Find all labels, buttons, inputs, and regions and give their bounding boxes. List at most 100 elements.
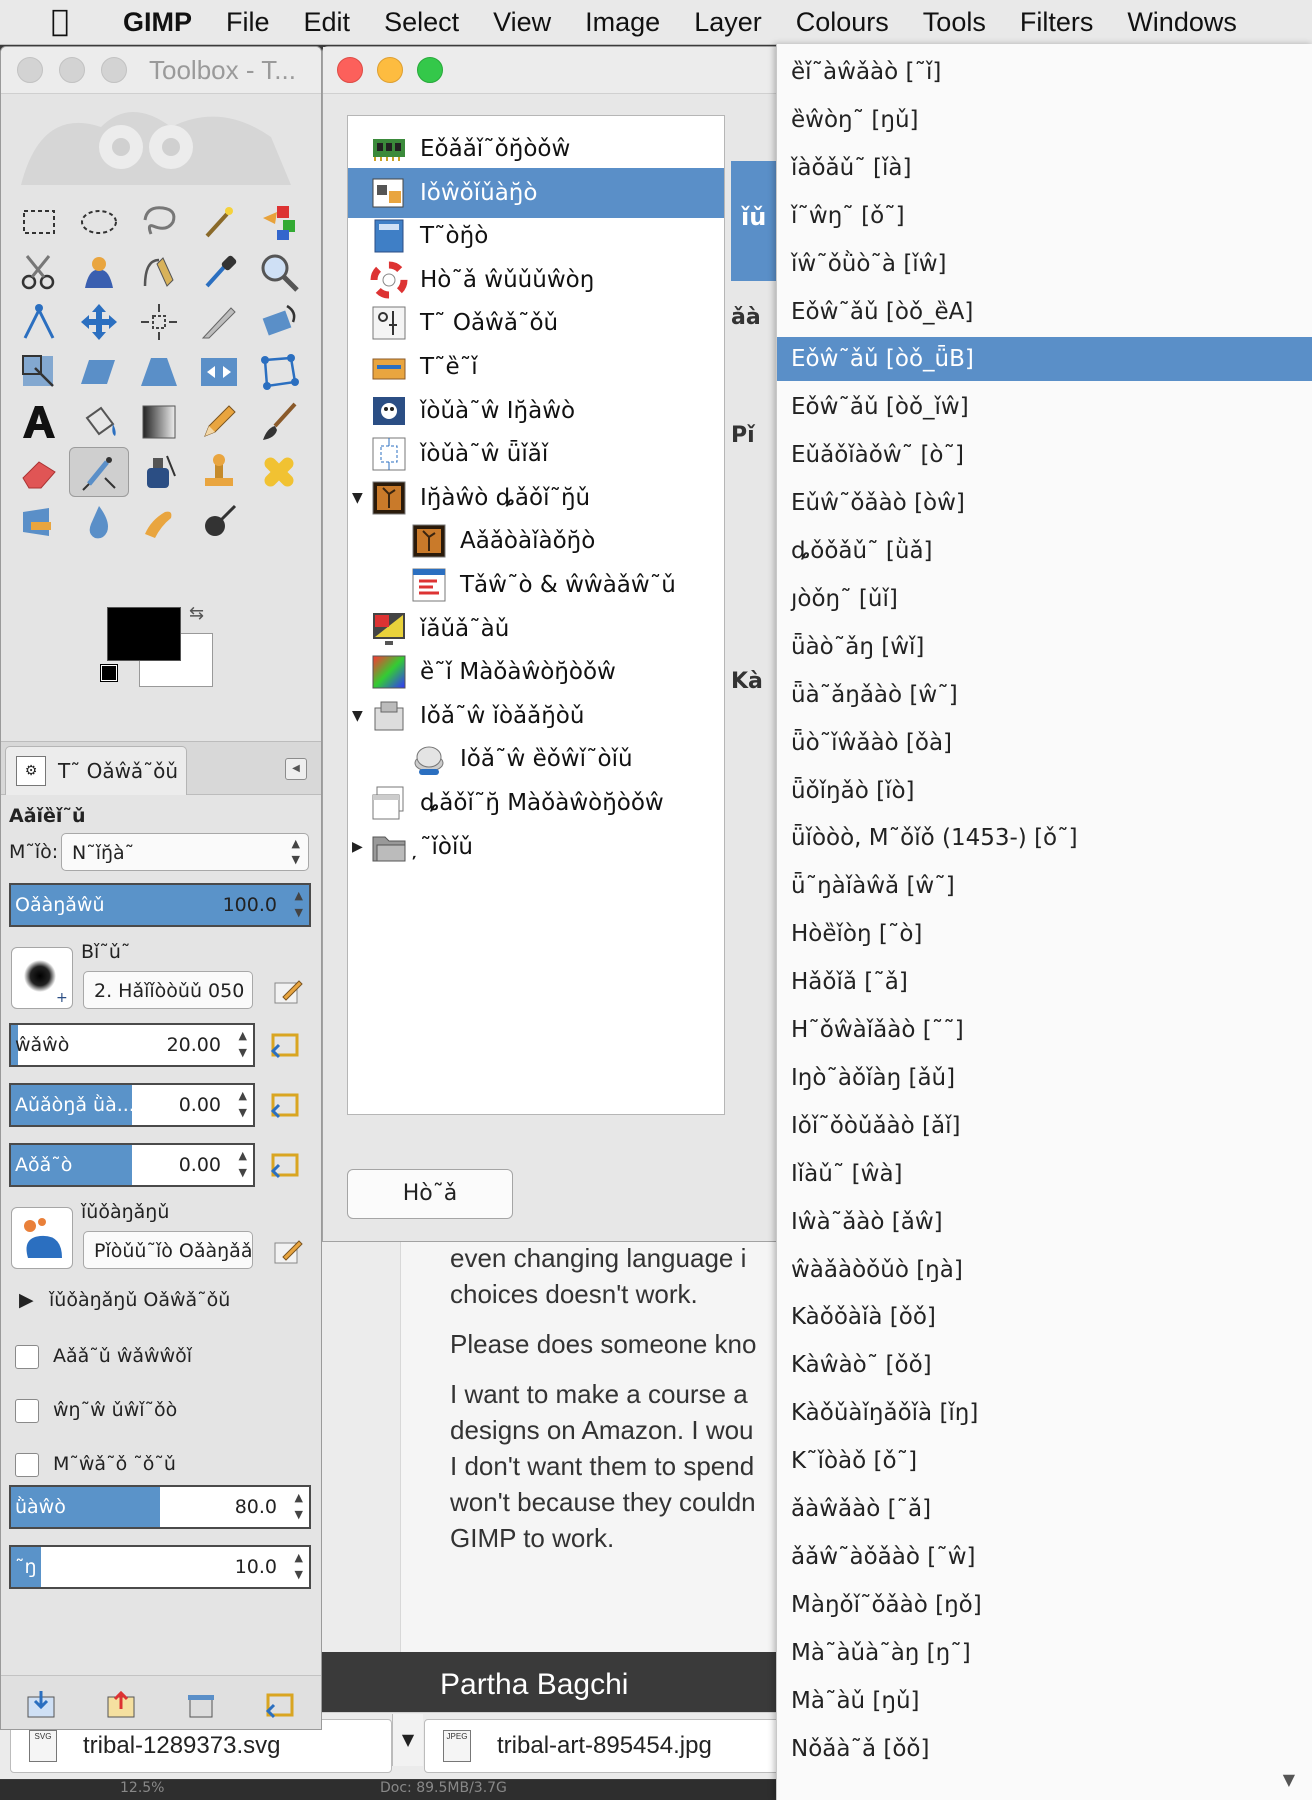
zoom-button[interactable] bbox=[101, 57, 127, 83]
scissors-select-tool[interactable] bbox=[9, 247, 69, 297]
paths-tool[interactable] bbox=[129, 247, 189, 297]
close-button[interactable] bbox=[337, 57, 363, 83]
language-option[interactable]: ǖǒǐŋǎò [ǐò] bbox=[777, 769, 1312, 813]
zoom-button[interactable] bbox=[417, 57, 443, 83]
menu-layer[interactable]: Layer bbox=[677, 0, 779, 44]
rect-select-tool[interactable] bbox=[9, 197, 69, 247]
language-option[interactable]: Eǒŵ˜ǎǔ [òǒ_ȅA] bbox=[777, 290, 1312, 334]
spin-arrows-icon[interactable]: ▲ ▼ bbox=[239, 1147, 247, 1181]
language-option[interactable]: ȡǒǒǎǔ˜ [ǜǎ] bbox=[777, 529, 1312, 573]
category-colour-management[interactable]: ȅ˜ǐ Màǒàŵòŋ̆òǒŵ bbox=[348, 647, 724, 697]
category-image-windows[interactable]: ▼ Iŋ̆àŵò ȡǎǒǐ˜ŋ̆ǔ bbox=[348, 473, 724, 523]
restore-options-icon[interactable] bbox=[104, 1687, 138, 1721]
crop-tool[interactable] bbox=[189, 297, 249, 347]
language-option[interactable]: ǖ˜ŋàǐàŵǎ [ŵ˜] bbox=[777, 864, 1312, 908]
text-tool[interactable] bbox=[9, 397, 69, 447]
spin-arrows-icon[interactable]: ▲ ▼ bbox=[295, 887, 303, 921]
language-option[interactable]: ǐàǒǎǔ˜ [ǐà] bbox=[777, 146, 1312, 190]
zoom-tool[interactable] bbox=[249, 247, 309, 297]
aspect-ratio-slider[interactable]: Aǔǎòŋǎ ǜà... 0.00 ▲ ▼ bbox=[9, 1083, 255, 1127]
language-option[interactable]: ǐ˜ŵŋ˜ [ǒ˜] bbox=[777, 194, 1312, 238]
foreground-color-swatch[interactable] bbox=[107, 607, 181, 661]
language-option[interactable]: Eǒŵ˜ǎǔ [òǒ_ǐŵ] bbox=[777, 385, 1312, 429]
move-tool[interactable] bbox=[69, 297, 129, 347]
hardness-slider[interactable]: ǜàŵò 80.0 ▲ ▼ bbox=[9, 1485, 311, 1529]
color-picker-tool[interactable] bbox=[189, 247, 249, 297]
language-option[interactable]: Iŵà˜ǎàò [ǎŵ] bbox=[777, 1200, 1312, 1244]
expander-triangle-icon[interactable]: ▼ bbox=[352, 708, 363, 724]
paintbrush-tool[interactable] bbox=[249, 397, 309, 447]
language-option[interactable]: Eǔǎǒǐàǒŵ˜ [ò˜] bbox=[777, 433, 1312, 477]
angle-slider[interactable]: Aǒǎ˜ò 0.00 ▲ ▼ bbox=[9, 1143, 255, 1187]
expander-triangle-icon[interactable]: ▼ bbox=[352, 490, 363, 506]
select-by-color-tool[interactable] bbox=[249, 197, 309, 247]
minimize-button[interactable] bbox=[377, 57, 403, 83]
language-option[interactable]: Kàŵàò˜ [ǒǒ] bbox=[777, 1343, 1312, 1387]
delete-options-icon[interactable] bbox=[184, 1687, 218, 1721]
flip-tool[interactable] bbox=[189, 347, 249, 397]
spin-arrows-icon[interactable]: ▲ ▼ bbox=[295, 1549, 303, 1583]
language-option[interactable]: H˜ǒŵàǐǎàò [˜˜] bbox=[777, 1008, 1312, 1052]
category-title-status[interactable]: Tǎŵ˜ò & ŵŵàǎŵ˜ǔ bbox=[348, 560, 724, 610]
swap-colors-icon[interactable]: ⇆ bbox=[189, 603, 204, 624]
force-slider[interactable]: ˜ŋ 10.0 ▲ ▼ bbox=[9, 1545, 311, 1589]
free-select-tool[interactable] bbox=[129, 197, 189, 247]
language-option[interactable]: ȅŵòŋ˜ [ŋǔ] bbox=[777, 98, 1312, 142]
eraser-tool[interactable] bbox=[9, 447, 69, 497]
language-option[interactable]: ȅǐ˜àŵǎàò [˜ǐ] bbox=[777, 50, 1312, 94]
language-option[interactable]: ǎǎŵ˜àǒǎàò [˜ŵ] bbox=[777, 1535, 1312, 1579]
language-option[interactable]: Kàǒǔàǐŋǎǒǐà [ǐŋ] bbox=[777, 1391, 1312, 1435]
menu-tools[interactable]: Tools bbox=[906, 0, 1003, 44]
language-option[interactable]: ǎàŵǎàò [˜ǎ] bbox=[777, 1487, 1312, 1531]
category-toolbox[interactable]: T˜ȅ˜ǐ bbox=[348, 342, 724, 392]
expander-triangle-icon[interactable]: ▶ bbox=[19, 1289, 34, 1311]
blend-tool[interactable] bbox=[129, 397, 189, 447]
category-input-controllers[interactable]: Iǒǎ˜ŵ ȅǒŵǐ˜òǐǔ bbox=[348, 734, 724, 784]
language-option[interactable]: Hòȅǐòŋ [˜ò] bbox=[777, 912, 1312, 956]
airbrush-tool[interactable] bbox=[69, 447, 129, 497]
menu-select[interactable]: Select bbox=[367, 0, 476, 44]
heal-tool[interactable] bbox=[249, 447, 309, 497]
preferences-titlebar[interactable] bbox=[323, 47, 783, 94]
language-option[interactable]: Iǒǐ˜ǒòǔǎàò [ǎǐ] bbox=[777, 1104, 1312, 1148]
category-appearance[interactable]: Aǎǎòàǐàǒŋ̆ò bbox=[348, 516, 724, 566]
cage-transform-tool[interactable] bbox=[249, 347, 309, 397]
spin-arrows-icon[interactable]: ▲ ▼ bbox=[239, 1087, 247, 1121]
language-option[interactable]: Mà˜àǔà˜àŋ [ŋ˜] bbox=[777, 1631, 1312, 1675]
language-option[interactable]: Iǐàǔ˜ [ŵà] bbox=[777, 1152, 1312, 1196]
perspective-clone-tool[interactable] bbox=[9, 497, 69, 547]
scale-tool[interactable] bbox=[9, 347, 69, 397]
perspective-tool[interactable] bbox=[129, 347, 189, 397]
menu-windows[interactable]: Windows bbox=[1110, 0, 1254, 44]
category-default-image[interactable]: ǐòǔà˜ŵ Iŋ̆àŵò bbox=[348, 386, 724, 436]
author-name[interactable]: Partha Bagchi bbox=[440, 1668, 628, 1702]
menu-colours[interactable]: Colours bbox=[779, 0, 906, 44]
spin-arrows-icon[interactable]: ▲ ▼ bbox=[295, 1489, 303, 1523]
minimize-button[interactable] bbox=[59, 57, 85, 83]
language-option[interactable]: ǖà˜ǎŋǎàò [ŵ˜] bbox=[777, 673, 1312, 717]
ink-tool[interactable] bbox=[129, 447, 189, 497]
dynamics-selector[interactable]: Pǐòǔǔ˜ǐò Oǎàŋǎǎ bbox=[83, 1231, 253, 1269]
menu-image[interactable]: Image bbox=[568, 0, 677, 44]
fuzzy-select-tool[interactable] bbox=[189, 197, 249, 247]
brush-selector[interactable]: 2. Hǎǐǐòòǔǔ 050 bbox=[83, 971, 253, 1009]
language-option[interactable]: Iŋò˜àǒǐàŋ [ǎǔ] bbox=[777, 1056, 1312, 1100]
language-option[interactable]: ǖàò˜ǎŋ [ŵǐ] bbox=[777, 625, 1312, 669]
menu-filters[interactable]: Filters bbox=[1003, 0, 1111, 44]
bucket-fill-tool[interactable] bbox=[69, 397, 129, 447]
edit-brush-icon[interactable] bbox=[273, 975, 303, 1005]
image-tab-jpg[interactable]: JPEG tribal-art-895454.jpg bbox=[424, 1719, 786, 1773]
category-folders[interactable]: ▶̦˜ǐòǐǔ bbox=[348, 822, 724, 872]
category-tool-options[interactable]: T˜ Oǎŵǎ˜ǒǔ bbox=[348, 298, 724, 348]
tool-options-tab[interactable]: ⚙ T˜ Oǎŵǎ˜ǒǔ bbox=[5, 746, 187, 795]
default-colors-icon[interactable] bbox=[100, 664, 118, 682]
menu-app-gimp[interactable]: GIMP bbox=[106, 0, 209, 44]
tab-menu-icon[interactable]: ◀ bbox=[285, 758, 307, 780]
dodge-burn-tool[interactable] bbox=[189, 497, 249, 547]
opacity-slider[interactable]: Oǎàŋǎŵǔ 100.0 ▲ ▼ bbox=[9, 883, 311, 927]
language-option[interactable]: Kàǒǒàǐà [ǒǒ] bbox=[777, 1295, 1312, 1339]
category-input-devices[interactable]: ▼ Iǒǎ˜ŵ ǐòǎǎŋ̆òǔ bbox=[348, 691, 724, 741]
scroll-down-arrow-icon[interactable]: ▼ bbox=[1283, 1770, 1295, 1789]
language-option[interactable]: Eǒŵ˜ǎǔ [òǒ_ǖB] bbox=[777, 337, 1312, 382]
smudge-tool[interactable] bbox=[129, 497, 189, 547]
